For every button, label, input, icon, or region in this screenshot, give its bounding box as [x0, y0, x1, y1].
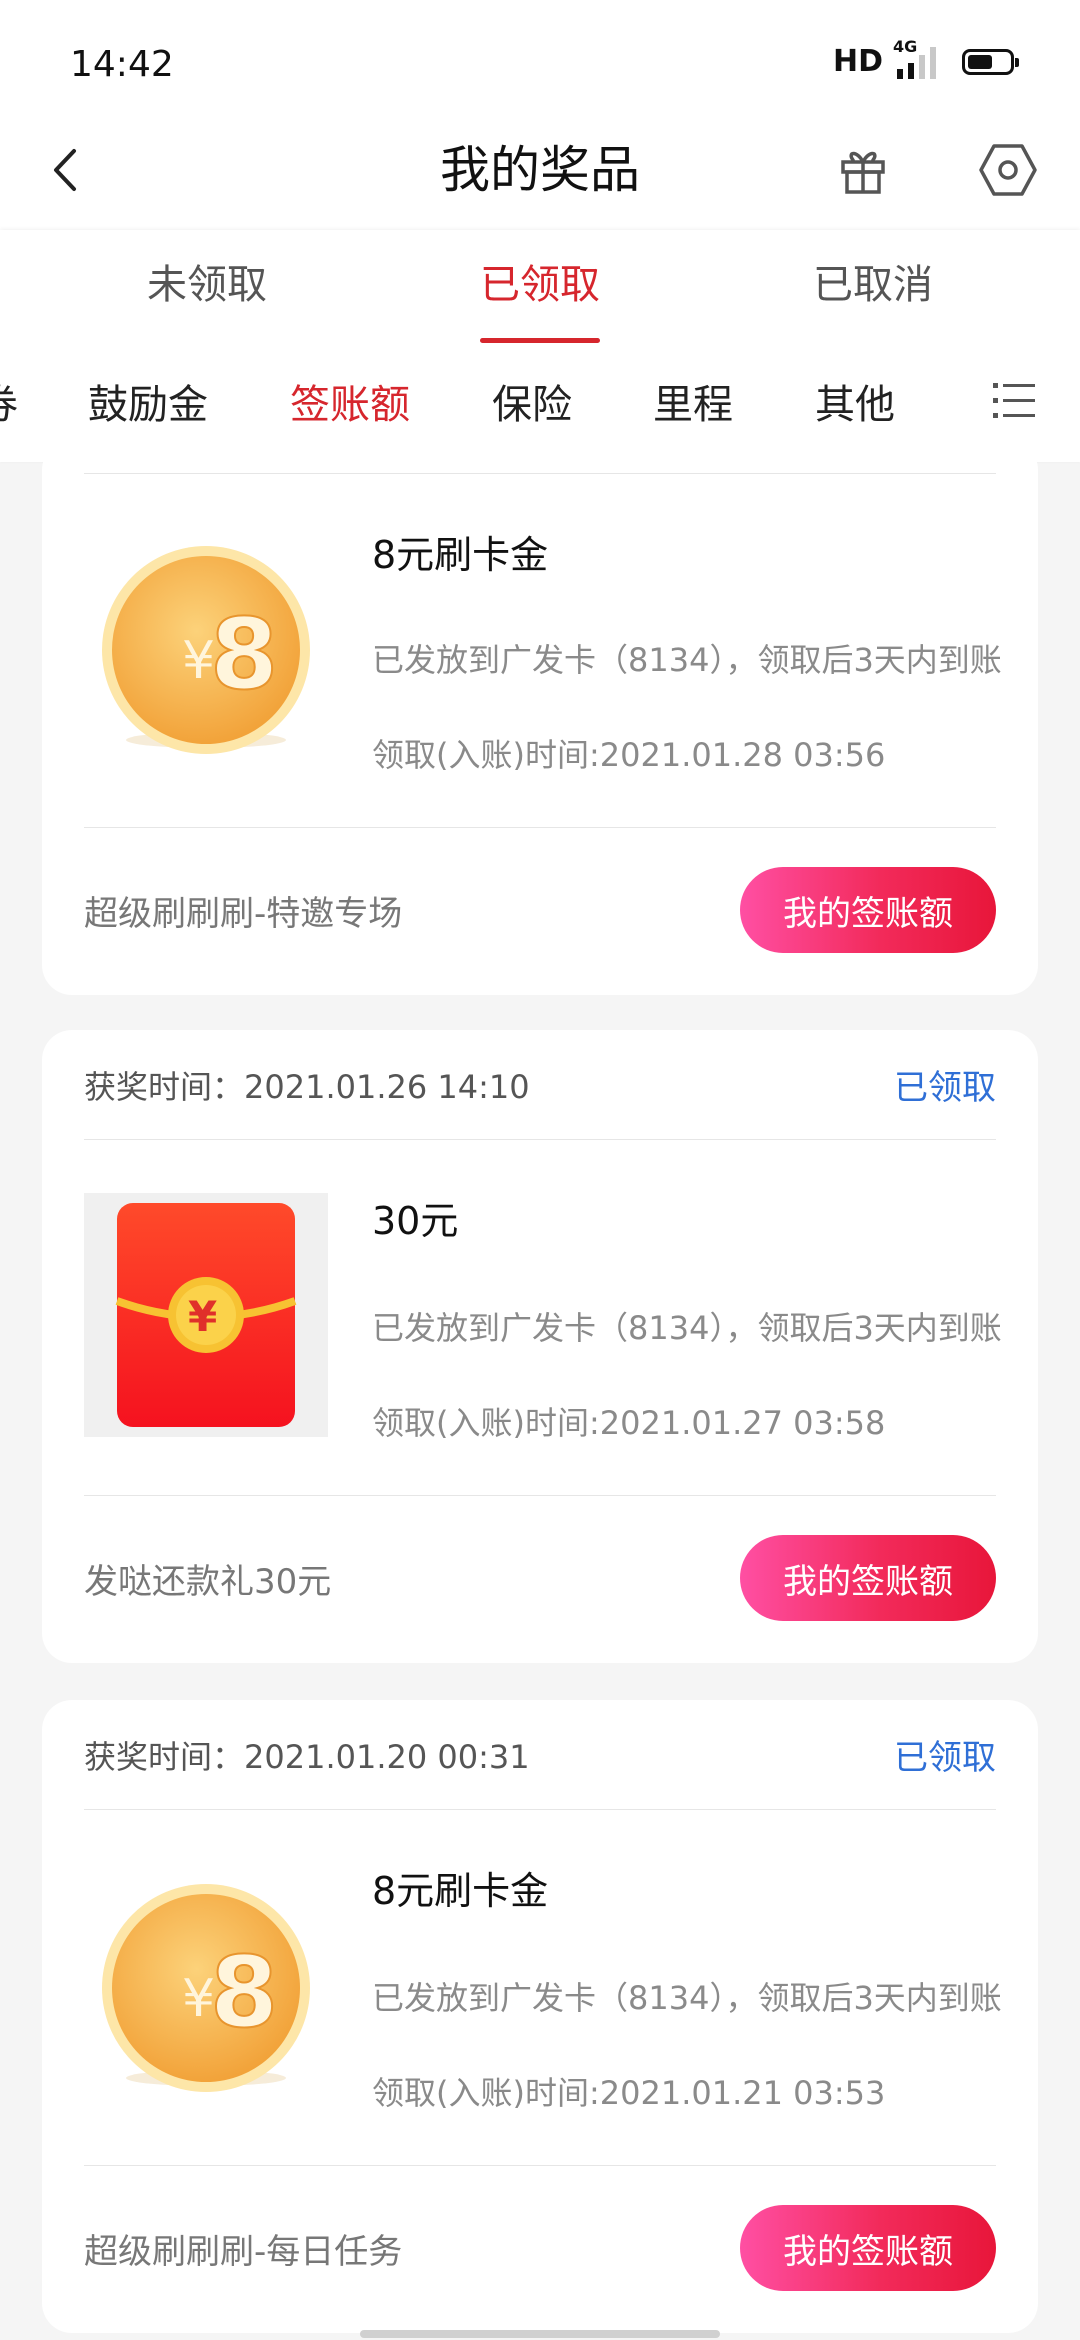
prize-description: 已发放到广发卡（8134），领取后3天内到账 [372, 1979, 1002, 2017]
card-header-divider [84, 473, 996, 474]
status-indicators: HD 4G [832, 37, 1019, 79]
prize-card: ¥ 8 8元刷卡金 已发放到广发卡（8134），领取后3天内到账 领取(入账)时… [42, 440, 1038, 995]
claim-time: 领取(入账)时间:2021.01.21 03:53 [372, 2074, 886, 2112]
claim-time: 领取(入账)时间:2021.01.28 03:56 [372, 736, 886, 774]
card-header: 获奖时间：2021.01.26 14:10 已领取 [84, 1030, 996, 1140]
claim-time: 领取(入账)时间:2021.01.27 03:58 [372, 1404, 886, 1442]
my-credit-button[interactable]: 我的签账额 [740, 1535, 996, 1621]
claim-status-badge: 已领取 [894, 1068, 996, 1108]
network-type: 4G [893, 36, 918, 56]
tabs-area: 未领取 已领取 已取消 券 鼓励金 签账额 保险 里程 其他 [0, 230, 1080, 462]
card-header: 获奖时间：2021.01.20 00:31 已领取 [84, 1700, 996, 1810]
my-credit-button[interactable]: 我的签账额 [740, 2205, 996, 2291]
category-menu-button[interactable] [984, 372, 1044, 428]
hd-indicator: HD [832, 44, 883, 79]
activity-name: 超级刷刷刷-特邀专场 [84, 894, 403, 934]
chevron-left-icon [54, 149, 76, 191]
settings-hexagon-icon [979, 144, 1037, 196]
settings-button[interactable] [972, 132, 1044, 208]
my-credit-button[interactable]: 我的签账额 [740, 867, 996, 953]
gold-coin-icon: ¥ 8 [84, 1868, 328, 2112]
gift-icon [841, 151, 885, 194]
prize-name: 30元 [372, 1199, 459, 1243]
category-tab-credit[interactable]: 签账额 [290, 372, 410, 430]
nav-bar: 我的奖品 [0, 110, 1080, 230]
category-tab-partial[interactable]: 券 [0, 372, 18, 430]
back-button[interactable] [30, 132, 100, 208]
status-tab-indicator [480, 338, 600, 343]
tab-claimed[interactable]: 已领取 [440, 252, 640, 310]
prize-name: 8元刷卡金 [372, 1869, 549, 1913]
tab-unclaimed[interactable]: 未领取 [107, 252, 307, 310]
gold-coin-icon: ¥ 8 [84, 530, 328, 774]
award-time: 获奖时间：2021.01.26 14:10 [84, 1068, 530, 1106]
svg-text:8: 8 [210, 598, 278, 712]
claim-status-badge: 已领取 [894, 1738, 996, 1778]
gift-button[interactable] [828, 132, 898, 208]
red-envelope-icon: ¥ [84, 1193, 328, 1437]
category-tab-mileage[interactable]: 里程 [653, 372, 733, 430]
tab-cancelled[interactable]: 已取消 [773, 252, 973, 310]
activity-name: 超级刷刷刷-每日任务 [84, 2232, 403, 2272]
activity-name: 发哒还款礼30元 [84, 1562, 332, 1602]
card-footer-divider [84, 1495, 996, 1496]
page-title: 我的奖品 [440, 141, 640, 199]
prize-card: 获奖时间：2021.01.26 14:10 已领取 ¥ 30元 已发放到广发卡（… [42, 1030, 1038, 1663]
svg-text:¥: ¥ [188, 1292, 217, 1341]
svg-text:8: 8 [210, 1936, 278, 2050]
signal-icon: 4G [893, 37, 936, 79]
category-tab-insurance[interactable]: 保险 [492, 372, 572, 430]
card-footer-divider [84, 827, 996, 828]
prize-description: 已发放到广发卡（8134），领取后3天内到账 [372, 1309, 1002, 1347]
battery-icon [962, 48, 1019, 75]
category-tab-other[interactable]: 其他 [815, 372, 895, 430]
list-menu-icon [993, 383, 1035, 418]
home-indicator[interactable] [360, 2330, 720, 2338]
prize-name: 8元刷卡金 [372, 533, 549, 577]
prize-description: 已发放到广发卡（8134），领取后3天内到账 [372, 641, 1002, 679]
status-time: 14:42 [70, 44, 174, 85]
category-tab-incentive[interactable]: 鼓励金 [88, 372, 208, 430]
card-footer-divider [84, 2165, 996, 2166]
prize-card: 获奖时间：2021.01.20 00:31 已领取 ¥ 8 8元刷卡金 已发放到… [42, 1700, 1038, 2333]
award-time: 获奖时间：2021.01.20 00:31 [84, 1738, 530, 1776]
